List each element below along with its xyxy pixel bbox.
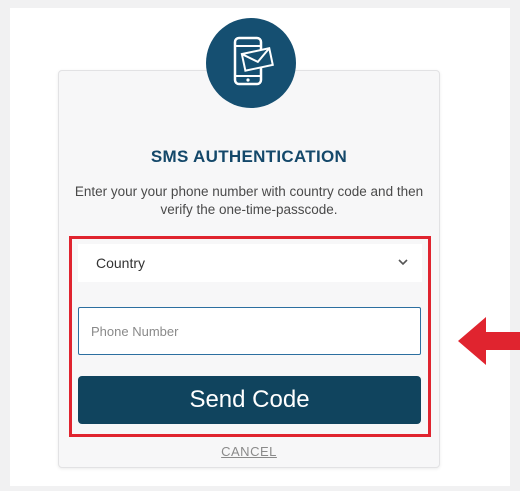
phone-number-input[interactable] — [78, 307, 421, 355]
instructions-text: Enter your your phone number with countr… — [74, 184, 424, 217]
page-title: SMS AUTHENTICATION — [150, 147, 348, 166]
send-code-button[interactable]: Send Code — [78, 376, 421, 424]
chevron-down-icon — [398, 257, 408, 269]
country-select[interactable]: Country — [78, 244, 422, 282]
phone-message-icon — [227, 34, 275, 93]
country-select-label: Country — [96, 255, 146, 271]
left-arrow-icon — [458, 317, 520, 370]
badge-circle — [206, 18, 296, 108]
cancel-link[interactable]: CANCEL — [58, 444, 440, 459]
